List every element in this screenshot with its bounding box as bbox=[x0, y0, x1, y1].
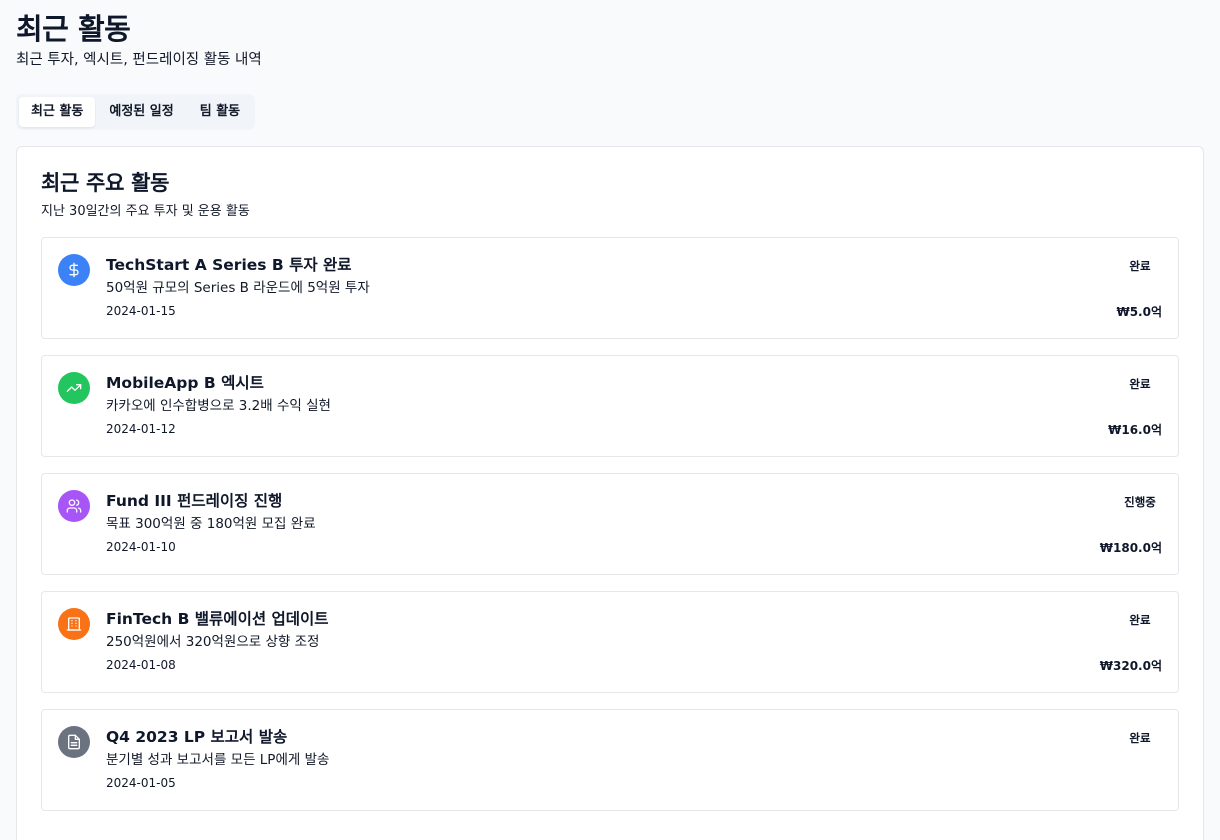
activity-description: 목표 300억원 중 180억원 모집 완료 bbox=[106, 516, 316, 532]
activity-amount: ₩5.0억 bbox=[1116, 305, 1162, 319]
activity-date: 2024-01-12 bbox=[106, 422, 176, 436]
status-badge: 완료 bbox=[1129, 377, 1151, 391]
status-badge: 완료 bbox=[1129, 259, 1151, 273]
activity-description: 분기별 성과 보고서를 모든 LP에게 발송 bbox=[106, 752, 330, 768]
tab-scheduled-events[interactable]: 예정된 일정 bbox=[97, 97, 185, 127]
page: 최근 활동 최근 투자, 엑시트, 펀드레이징 활동 내역 최근 활동 예정된 … bbox=[0, 0, 1220, 840]
tab-team-activity[interactable]: 팀 활동 bbox=[188, 97, 252, 127]
activity-item[interactable]: TechStart A Series B 투자 완료 50억원 규모의 Seri… bbox=[41, 237, 1179, 339]
page-title: 최근 활동 bbox=[16, 12, 131, 46]
status-badge: 완료 bbox=[1129, 731, 1151, 745]
activity-date: 2024-01-08 bbox=[106, 658, 176, 672]
activity-date: 2024-01-05 bbox=[106, 776, 176, 790]
tab-recent-activity[interactable]: 최근 활동 bbox=[19, 97, 96, 127]
page-subtitle: 최근 투자, 엑시트, 펀드레이징 활동 내역 bbox=[16, 52, 262, 68]
activity-item[interactable]: Fund III 펀드레이징 진행 목표 300억원 중 180억원 모집 완료… bbox=[41, 473, 1179, 575]
activity-title: TechStart A Series B 투자 완료 bbox=[106, 256, 352, 274]
status-badge: 완료 bbox=[1129, 613, 1151, 627]
activity-item[interactable]: MobileApp B 엑시트 카카오에 인수합병으로 3.2배 수익 실현 2… bbox=[41, 355, 1179, 457]
activity-title: FinTech B 밸류에이션 업데이트 bbox=[106, 610, 329, 628]
building-icon bbox=[58, 608, 90, 640]
activity-title: MobileApp B 엑시트 bbox=[106, 374, 264, 392]
activity-title: Fund III 펀드레이징 진행 bbox=[106, 492, 283, 510]
activity-description: 카카오에 인수합병으로 3.2배 수익 실현 bbox=[106, 398, 331, 414]
activity-date: 2024-01-15 bbox=[106, 304, 176, 318]
activity-item[interactable]: FinTech B 밸류에이션 업데이트 250억원에서 320억원으로 상향 … bbox=[41, 591, 1179, 693]
card-description: 지난 30일간의 주요 투자 및 운용 활동 bbox=[41, 204, 250, 219]
dollar-icon bbox=[58, 254, 90, 286]
activity-title: Q4 2023 LP 보고서 발송 bbox=[106, 728, 288, 746]
activity-item[interactable]: Q4 2023 LP 보고서 발송 분기별 성과 보고서를 모든 LP에게 발송… bbox=[41, 709, 1179, 811]
trending-up-icon bbox=[58, 372, 90, 404]
users-icon bbox=[58, 490, 90, 522]
activity-date: 2024-01-10 bbox=[106, 540, 176, 554]
activity-list: TechStart A Series B 투자 완료 50억원 규모의 Seri… bbox=[41, 237, 1179, 811]
document-icon bbox=[58, 726, 90, 758]
status-badge: 진행중 bbox=[1124, 495, 1156, 509]
activity-amount: ₩180.0억 bbox=[1099, 541, 1162, 555]
activity-amount: ₩320.0억 bbox=[1099, 659, 1162, 673]
tab-bar: 최근 활동 예정된 일정 팀 활동 bbox=[16, 94, 256, 130]
activity-description: 50억원 규모의 Series B 라운드에 5억원 투자 bbox=[106, 280, 370, 296]
recent-activity-card: 최근 주요 활동 지난 30일간의 주요 투자 및 운용 활동 TechStar… bbox=[16, 146, 1204, 840]
activity-amount: ₩16.0억 bbox=[1108, 423, 1162, 437]
card-title: 최근 주요 활동 bbox=[41, 171, 170, 195]
activity-description: 250억원에서 320억원으로 상향 조정 bbox=[106, 634, 320, 650]
